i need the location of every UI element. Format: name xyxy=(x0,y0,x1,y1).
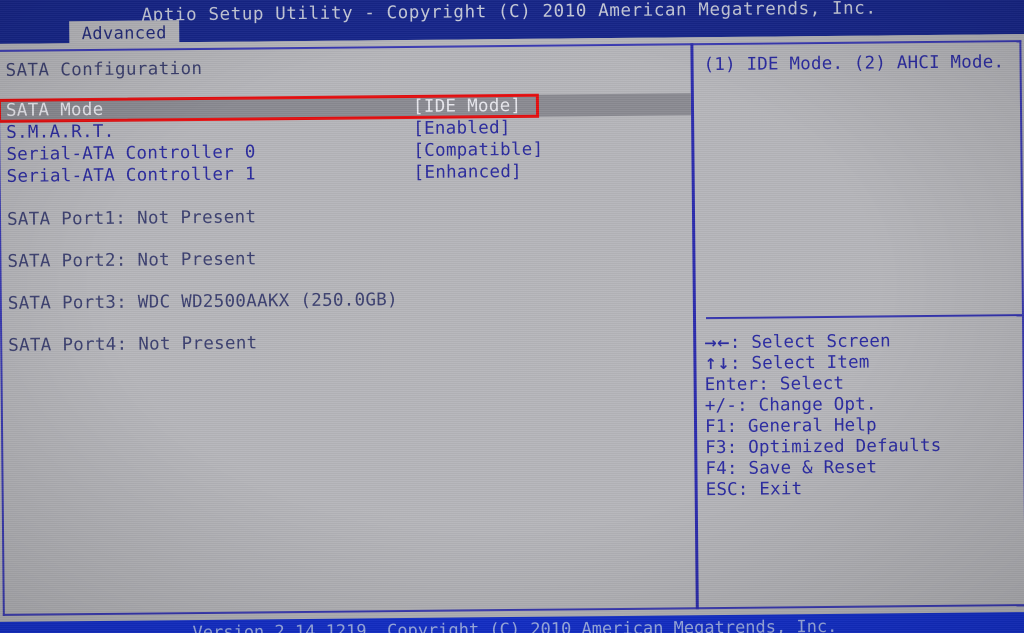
sata-port-4-status: SATA Port4: Not Present xyxy=(0,327,694,376)
port-text: SATA Port1: Not Present xyxy=(6,207,257,230)
key-label: F1 xyxy=(704,416,727,438)
key-legend-row: F3: Optimized Defaults xyxy=(705,435,1023,459)
key-legend-desc: : Exit xyxy=(737,479,803,500)
settings-list: SATA Mode [IDE Mode] S.M.A.R.T. [Enabled… xyxy=(0,93,692,188)
setting-label: S.M.A.R.T. xyxy=(6,121,115,143)
section-title: SATA Configuration xyxy=(5,58,203,81)
setting-label: Serial-ATA Controller 0 xyxy=(6,142,256,165)
port-text: SATA Port4: Not Present xyxy=(8,333,258,356)
setting-value[interactable]: [Enabled] xyxy=(413,117,511,140)
key-legend-row: +/-: Change Opt. xyxy=(705,393,1023,417)
arrow-up-down-icon: ↑↓ xyxy=(704,354,731,374)
content-frame: SATA Configuration SATA Mode [IDE Mode] … xyxy=(0,34,1024,622)
key-legend-row: ESC: Exit xyxy=(706,477,1024,501)
key-legend-row: Enter: Select xyxy=(705,372,1023,396)
key-legend: →←: Select Screen ↑↓: Select Item Enter:… xyxy=(704,330,1024,501)
key-legend-row: →←: Select Screen xyxy=(704,330,1022,354)
sata-port-list: SATA Port1: Not Present SATA Port2: Not … xyxy=(0,201,694,376)
key-label: +/- xyxy=(704,395,738,417)
key-legend-desc: : Select Screen xyxy=(729,331,891,353)
bios-setup-screen: Aptio Setup Utility - Copyright (C) 2010… xyxy=(0,0,1024,633)
port-text: SATA Port3: WDC WD2500AAKX (250.0GB) xyxy=(7,290,399,314)
help-panel: (1) IDE Mode. (2) AHCI Mode. →←: Select … xyxy=(693,40,1024,609)
key-label: F4 xyxy=(705,458,728,480)
key-legend-desc: : Select Item xyxy=(729,352,870,374)
key-legend-row: F4: Save & Reset xyxy=(705,456,1023,480)
setting-label: Serial-ATA Controller 1 xyxy=(6,164,256,187)
key-legend-desc: : General Help xyxy=(726,415,877,437)
key-legend-desc: : Optimized Defaults xyxy=(726,435,942,458)
help-description: (1) IDE Mode. (2) AHCI Mode. xyxy=(703,52,1005,76)
key-legend-desc: : Save & Reset xyxy=(726,457,878,479)
key-label: ESC xyxy=(705,479,738,501)
setting-value[interactable]: [IDE Mode] xyxy=(413,95,522,118)
key-legend-row: F1: General Help xyxy=(705,414,1023,438)
setting-value[interactable]: [Enhanced] xyxy=(413,161,523,184)
key-label: F3 xyxy=(705,437,727,459)
setting-value[interactable]: [Compatible] xyxy=(413,139,543,162)
sata-port-2-status: SATA Port2: Not Present xyxy=(0,243,693,292)
setting-label: SATA Mode xyxy=(5,99,104,121)
key-legend-row: ↑↓: Select Item xyxy=(704,351,1022,375)
key-legend-desc: : Change Opt. xyxy=(736,394,877,416)
arrow-left-right-icon: →← xyxy=(704,333,730,353)
key-legend-desc: : Select xyxy=(758,373,845,395)
port-text: SATA Port2: Not Present xyxy=(7,249,257,272)
sata-port-1-status: SATA Port1: Not Present xyxy=(0,201,692,250)
sata-port-3-status: SATA Port3: WDC WD2500AAKX (250.0GB) xyxy=(0,285,693,334)
help-divider xyxy=(706,314,1023,320)
key-label: Enter xyxy=(704,374,759,396)
